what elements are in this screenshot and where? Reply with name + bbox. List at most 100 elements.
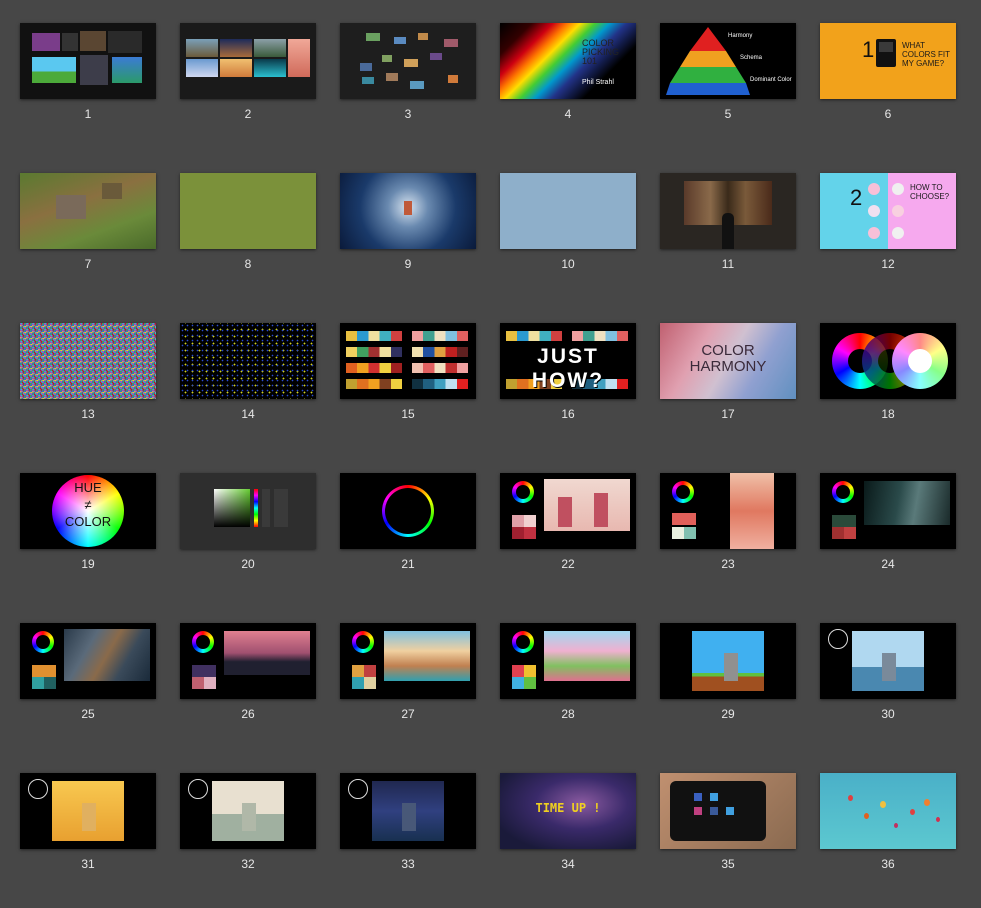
- game-screenshot: [730, 473, 774, 549]
- slide-12[interactable]: 2 HOW TO CHOOSE? 12: [820, 173, 956, 273]
- slide-13[interactable]: 13: [20, 323, 156, 423]
- wheel-icon: [188, 779, 208, 799]
- slide-thumbnail[interactable]: JUST HOW?: [500, 323, 636, 399]
- slide-24[interactable]: 24: [820, 473, 956, 573]
- slide-23[interactable]: 23: [660, 473, 796, 573]
- slide-thumbnail[interactable]: [660, 623, 796, 699]
- slide-thumbnail[interactable]: COLOR PICKING 101 Phil Strahl: [500, 23, 636, 99]
- slide-text: TIME UP !: [535, 801, 601, 815]
- slide-31[interactable]: 31: [20, 773, 156, 873]
- slide-thumbnail[interactable]: [340, 773, 476, 849]
- slide-27[interactable]: 27: [340, 623, 476, 723]
- slide-thumbnail[interactable]: TIME UP !: [500, 773, 636, 849]
- slide-number: 29: [721, 707, 735, 721]
- slide-25[interactable]: 25: [20, 623, 156, 723]
- game-screenshot: [64, 629, 150, 681]
- slide-digit: 2: [850, 185, 863, 210]
- slide-number: 15: [401, 407, 415, 421]
- slide-thumbnail[interactable]: [180, 173, 316, 249]
- slide-thumbnail[interactable]: [180, 23, 316, 99]
- slide-thumbnail[interactable]: [20, 773, 156, 849]
- slide-thumbnail[interactable]: [660, 773, 796, 849]
- slide-32[interactable]: 32: [180, 773, 316, 873]
- slide-28[interactable]: 28: [500, 623, 636, 723]
- slide-35[interactable]: 35: [660, 773, 796, 873]
- slide-36[interactable]: 36: [820, 773, 956, 873]
- slide-thumbnail[interactable]: Harmony Schema Dominant Color: [660, 23, 796, 99]
- slide-17[interactable]: COLOR HARMONY 17: [660, 323, 796, 423]
- slide-thumbnail[interactable]: [660, 473, 796, 549]
- slide-9[interactable]: 9: [340, 173, 476, 273]
- slide-1[interactable]: 1: [20, 23, 156, 123]
- slide-thumbnail[interactable]: 1 WHAT COLORS FIT MY GAME?: [820, 23, 956, 99]
- slide-thumbnail[interactable]: HUE ≠ COLOR: [20, 473, 156, 549]
- slide-thumbnail[interactable]: 2 HOW TO CHOOSE?: [820, 173, 956, 249]
- slide-thumbnail[interactable]: [20, 173, 156, 249]
- donut-icon: [868, 205, 880, 217]
- slide-number: 30: [881, 707, 895, 721]
- slide-thumbnail[interactable]: [340, 623, 476, 699]
- slide-11[interactable]: 11: [660, 173, 796, 273]
- slide-thumbnail[interactable]: [820, 473, 956, 549]
- slide-title: COLOR HARMONY: [689, 342, 767, 375]
- slide-number: 12: [881, 257, 895, 271]
- slide-26[interactable]: 26: [180, 623, 316, 723]
- color-wheel-icon: [892, 333, 948, 389]
- slide-thumbnail[interactable]: [500, 173, 636, 249]
- slide-6[interactable]: 1 WHAT COLORS FIT MY GAME? 6: [820, 23, 956, 123]
- slide-number: 1: [84, 107, 92, 121]
- slide-thumbnail[interactable]: [820, 323, 956, 399]
- slide-14[interactable]: 14: [180, 323, 316, 423]
- slide-18[interactable]: 18: [820, 323, 956, 423]
- slide-thumbnail[interactable]: [20, 23, 156, 99]
- slide-5[interactable]: Harmony Schema Dominant Color 5: [660, 23, 796, 123]
- slide-2[interactable]: 2: [180, 23, 316, 123]
- slide-15[interactable]: 15: [340, 323, 476, 423]
- balloon-icon: [910, 809, 915, 815]
- slide-thumbnail[interactable]: [500, 623, 636, 699]
- slide-thumbnail[interactable]: [340, 23, 476, 99]
- slide-thumbnail[interactable]: [820, 623, 956, 699]
- slide-16[interactable]: JUST HOW? 16: [500, 323, 636, 423]
- color-wheel-icon: [672, 481, 694, 503]
- slide-22[interactable]: 22: [500, 473, 636, 573]
- slide-4[interactable]: COLOR PICKING 101 Phil Strahl 4: [500, 23, 636, 123]
- slide-10[interactable]: 10: [500, 173, 636, 273]
- slide-thumbnail[interactable]: [500, 473, 636, 549]
- slide-34[interactable]: TIME UP ! 34: [500, 773, 636, 873]
- game-screenshot: [692, 631, 764, 691]
- slide-thumbnail[interactable]: [340, 323, 476, 399]
- slide-number: 13: [81, 407, 95, 421]
- slide-21[interactable]: 21: [340, 473, 476, 573]
- slide-number: 28: [561, 707, 575, 721]
- balloon-icon: [924, 799, 930, 806]
- slide-thumbnail[interactable]: [340, 473, 476, 549]
- slide-30[interactable]: 30: [820, 623, 956, 723]
- slide-7[interactable]: 7: [20, 173, 156, 273]
- pyramid-label-dominant: Dominant Color: [750, 77, 792, 83]
- slide-19[interactable]: HUE ≠ COLOR 19: [20, 473, 156, 573]
- slide-thumbnail[interactable]: COLOR HARMONY: [660, 323, 796, 399]
- slide-thumbnail[interactable]: [180, 623, 316, 699]
- slide-thumbnail[interactable]: [180, 773, 316, 849]
- game-screenshot: [544, 631, 630, 681]
- game-screenshot: [544, 479, 630, 531]
- slide-thumbnail[interactable]: [820, 773, 956, 849]
- slide-number: 23: [721, 557, 735, 571]
- slide-number: 10: [561, 257, 575, 271]
- slide-8[interactable]: 8: [180, 173, 316, 273]
- slide-number: 9: [404, 257, 412, 271]
- slide-thumbnail[interactable]: [20, 323, 156, 399]
- slide-thumbnail[interactable]: [180, 323, 316, 399]
- slide-number: 5: [724, 107, 732, 121]
- slide-3[interactable]: 3: [340, 23, 476, 123]
- slide-thumbnail[interactable]: [180, 473, 316, 549]
- slide-29[interactable]: 29: [660, 623, 796, 723]
- slide-33[interactable]: 33: [340, 773, 476, 873]
- slide-20[interactable]: 20: [180, 473, 316, 573]
- slide-number: 17: [721, 407, 735, 421]
- slide-thumbnail[interactable]: [660, 173, 796, 249]
- slide-thumbnail[interactable]: [340, 173, 476, 249]
- slide-line1: HUE: [74, 480, 102, 495]
- slide-thumbnail[interactable]: [20, 623, 156, 699]
